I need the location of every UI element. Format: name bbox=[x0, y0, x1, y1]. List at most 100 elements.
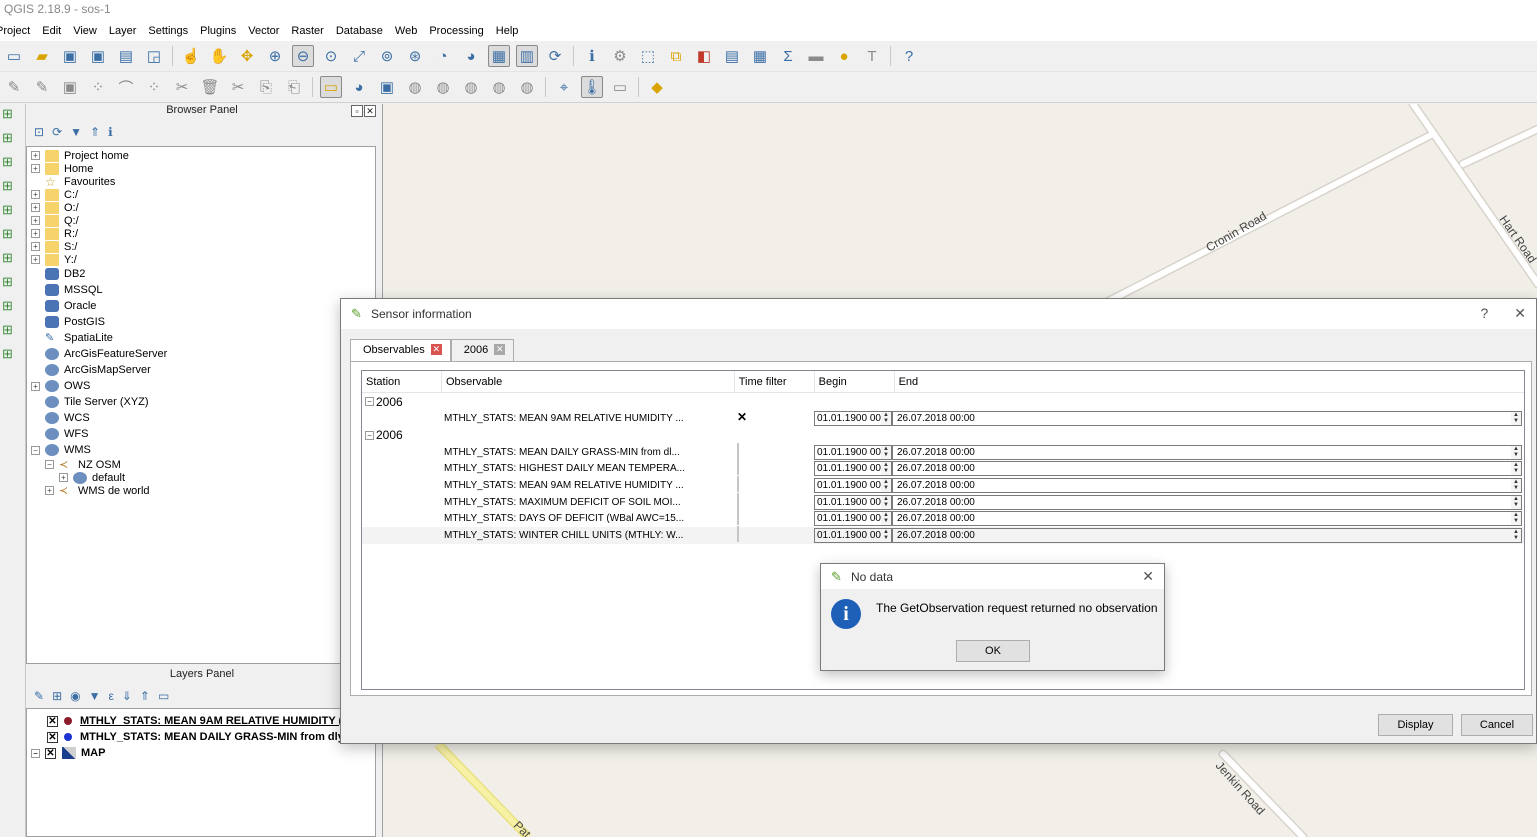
add-spatialite-icon[interactable]: ⊞ bbox=[2, 178, 20, 200]
refresh-icon[interactable]: ⟳ bbox=[52, 125, 62, 139]
zoom-in-icon[interactable]: ⊕ bbox=[264, 45, 286, 67]
layer-diagram-icon[interactable]: ◕ bbox=[348, 76, 370, 98]
layer-visibility-checkbox[interactable]: ✕ bbox=[47, 731, 58, 743]
manage-visibility-icon[interactable]: ◉ bbox=[70, 689, 80, 703]
spinner-icon[interactable]: ▲ ▼ bbox=[1511, 445, 1521, 459]
begin-datetime-input[interactable]: 01.01.1900 00:00 ▲ ▼ bbox=[814, 461, 892, 477]
pencil-icon[interactable]: ✎ bbox=[31, 76, 53, 98]
menu-help[interactable]: Help bbox=[490, 25, 525, 37]
table-row[interactable]: MTHLY_STATS: MEAN 9AM RELATIVE HUMIDITY … bbox=[362, 475, 1524, 494]
browser-item[interactable]: ✎ SpatiaLite bbox=[27, 330, 375, 346]
ok-button[interactable]: OK bbox=[956, 640, 1030, 662]
help-icon[interactable]: ? bbox=[898, 45, 920, 67]
menu-layer[interactable]: Layer bbox=[103, 25, 143, 37]
add-delimited-icon[interactable]: ⊞ bbox=[2, 346, 20, 368]
browser-item[interactable]: MSSQL bbox=[27, 282, 375, 298]
table-row[interactable]: MTHLY_STATS: DAYS OF DEFICIT (WBal AWC=1… bbox=[362, 509, 1524, 527]
action-icon[interactable]: ⚙ bbox=[609, 45, 631, 67]
expand-icon[interactable]: + bbox=[31, 255, 40, 264]
begin-datetime-input[interactable]: 01.01.1900 00:00 ▲ ▼ bbox=[814, 511, 892, 527]
expand-icon[interactable]: − bbox=[31, 445, 40, 455]
browser-item[interactable]: WFS bbox=[27, 426, 375, 442]
measure-icon[interactable]: ▬ bbox=[805, 45, 827, 67]
spinner-icon[interactable]: ▲ ▼ bbox=[1511, 478, 1521, 492]
begin-datetime-input[interactable]: 01.01.1900 00:00 ▲ ▼ bbox=[814, 527, 892, 543]
layer-row[interactable]: − ✕ MAP bbox=[27, 745, 375, 761]
browser-item[interactable]: + Home bbox=[27, 162, 375, 175]
copy-icon[interactable]: ⎘ bbox=[255, 76, 277, 98]
map-tips-icon[interactable]: ● bbox=[833, 45, 855, 67]
browser-item[interactable]: + OWS bbox=[27, 378, 375, 394]
remove-layer-icon[interactable]: ▭ bbox=[158, 689, 169, 703]
node-tool-icon[interactable]: ✂ bbox=[171, 76, 193, 98]
highlight-labels-icon[interactable]: ◍ bbox=[404, 76, 426, 98]
cut-icon[interactable]: ✂ bbox=[227, 76, 249, 98]
deselect-icon[interactable]: ◧ bbox=[693, 45, 715, 67]
expand-icon[interactable]: + bbox=[31, 190, 40, 199]
time-filter-checkbox[interactable] bbox=[737, 492, 739, 509]
filter-expression-icon[interactable]: ε bbox=[109, 689, 114, 703]
rotate-label-icon[interactable]: ◍ bbox=[488, 76, 510, 98]
zoom-next-icon[interactable]: ◕ bbox=[460, 45, 482, 67]
menu-web[interactable]: Web bbox=[389, 25, 423, 37]
time-filter-checkbox[interactable] bbox=[737, 442, 739, 459]
expand-icon[interactable]: + bbox=[31, 203, 40, 212]
spinner-icon[interactable]: ▲ ▼ bbox=[1511, 495, 1521, 509]
help-button[interactable]: ? bbox=[1480, 305, 1488, 322]
end-datetime-input[interactable]: 26.07.2018 00:00 ▲ ▼ bbox=[892, 410, 1522, 426]
spinner-icon[interactable]: ▲ ▼ bbox=[881, 512, 891, 526]
add-raster-icon[interactable]: ⊞ bbox=[2, 130, 20, 152]
add-point-icon[interactable]: ⁘ bbox=[87, 76, 109, 98]
save-project-icon[interactable]: ▣ bbox=[59, 45, 81, 67]
add-mssql-icon[interactable]: ⊞ bbox=[2, 202, 20, 224]
layer-row[interactable]: ✕ MTHLY_STATS: MEAN 9AM RELATIVE HUMIDITY… bbox=[27, 713, 375, 729]
browser-item[interactable]: ArcGisMapServer bbox=[27, 362, 375, 378]
zoom-last-icon[interactable]: ◔ bbox=[432, 45, 454, 67]
bookmark-icon[interactable]: ▥ bbox=[516, 45, 538, 67]
add-line-icon[interactable]: ⌒ bbox=[115, 76, 137, 98]
zoom-native-icon[interactable]: ⊙ bbox=[320, 45, 342, 67]
tab-close-icon[interactable]: ✕ bbox=[430, 344, 442, 355]
browser-item[interactable]: Oracle bbox=[27, 298, 375, 314]
collapse-all-icon[interactable]: ⇑ bbox=[90, 125, 100, 139]
spinner-icon[interactable]: ▲ ▼ bbox=[1511, 462, 1521, 476]
print-composer-icon[interactable]: ▤ bbox=[115, 45, 137, 67]
tab-close-icon[interactable]: ✕ bbox=[494, 344, 506, 355]
zoom-out-icon[interactable]: ⊖ bbox=[292, 45, 314, 67]
spinner-icon[interactable]: ▲ ▼ bbox=[881, 495, 891, 509]
properties-icon[interactable]: ℹ bbox=[108, 125, 113, 139]
expand-icon[interactable]: + bbox=[31, 229, 40, 238]
touch-zoom-icon[interactable]: ☝ bbox=[180, 45, 202, 67]
spinner-icon[interactable]: ▲ ▼ bbox=[881, 478, 891, 492]
tab-2006[interactable]: 2006 ✕ bbox=[450, 339, 515, 361]
float-icon[interactable]: ▫ bbox=[351, 105, 363, 117]
spinner-icon[interactable]: ▲ ▼ bbox=[1511, 528, 1521, 542]
expand-icon[interactable]: + bbox=[31, 164, 40, 173]
new-project-icon[interactable]: ▭ bbox=[3, 45, 25, 67]
browser-item[interactable]: WCS bbox=[27, 410, 375, 426]
add-wfs-icon[interactable]: ⊞ bbox=[2, 322, 20, 344]
time-filter-checkbox[interactable] bbox=[737, 509, 739, 526]
begin-datetime-input[interactable]: 01.01.1900 00:00 ▲ ▼ bbox=[814, 444, 892, 460]
menu-view[interactable]: View bbox=[67, 25, 103, 37]
browser-item[interactable]: ☆ Favourites bbox=[27, 175, 375, 188]
time-filter-checkbox[interactable] bbox=[737, 459, 739, 476]
save-as-icon[interactable]: ▣ bbox=[87, 45, 109, 67]
collapse-icon[interactable]: − bbox=[365, 430, 374, 440]
identify-icon[interactable]: ℹ bbox=[581, 45, 603, 67]
expand-all-icon[interactable]: ⇓ bbox=[122, 689, 132, 703]
collapse-icon[interactable]: − bbox=[365, 397, 374, 406]
time-filter-checkbox[interactable] bbox=[737, 525, 739, 542]
add-wcs-icon[interactable]: ⊞ bbox=[2, 298, 20, 320]
add-oracle-icon[interactable]: ⊞ bbox=[2, 250, 20, 272]
spinner-icon[interactable]: ▲ ▼ bbox=[881, 528, 891, 542]
column-observable[interactable]: Observable bbox=[441, 371, 735, 392]
attribute-table-icon[interactable]: ▤ bbox=[721, 45, 743, 67]
delete-icon[interactable]: 🗑 bbox=[199, 76, 221, 98]
spinner-icon[interactable]: ▲ ▼ bbox=[881, 411, 891, 425]
open-project-icon[interactable]: ▰ bbox=[31, 45, 53, 67]
refresh-icon[interactable]: ⟳ bbox=[544, 45, 566, 67]
add-group-icon[interactable]: ⊞ bbox=[52, 689, 62, 703]
layer-visibility-checkbox[interactable]: ✕ bbox=[45, 747, 56, 759]
end-datetime-input[interactable]: 26.07.2018 00:00 ▲ ▼ bbox=[892, 477, 1522, 493]
